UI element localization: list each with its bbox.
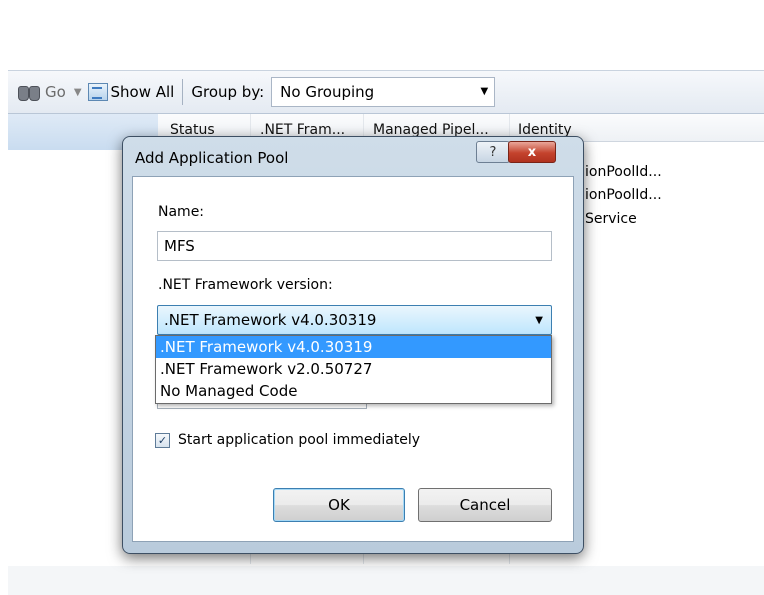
identity-cell: ionPoolId... (585, 164, 662, 180)
toolbar-separator (182, 79, 184, 105)
go-dropdown-arrow-icon[interactable]: ▼ (74, 87, 82, 98)
dialog-title: Add Application Pool (135, 149, 289, 167)
binoculars-icon[interactable] (18, 83, 40, 101)
close-button[interactable]: x (508, 141, 556, 163)
framework-option[interactable]: .NET Framework v2.0.50727 (156, 358, 551, 380)
status-strip (8, 566, 764, 595)
group-by-label: Group by: (191, 83, 265, 101)
cancel-button[interactable]: Cancel (418, 488, 552, 522)
help-icon: ? (489, 144, 497, 160)
group-by-select[interactable]: No Grouping ▼ (271, 77, 496, 107)
name-label: Name: (158, 204, 205, 220)
go-button[interactable]: Go (45, 83, 66, 101)
start-immediately-label: Start application pool immediately (178, 432, 421, 448)
framework-dropdown-list: .NET Framework v4.0.30319 .NET Framework… (155, 335, 552, 404)
group-by-value: No Grouping (280, 83, 375, 101)
toolbar: Go ▼ Show All Group by: No Grouping ▼ (8, 70, 764, 114)
start-immediately-checkbox[interactable]: ✓ (155, 432, 170, 448)
name-input[interactable]: MFS (157, 231, 552, 261)
chevron-down-icon: ▼ (480, 86, 489, 97)
identity-cell: Service (585, 211, 637, 227)
close-icon: x (527, 144, 537, 160)
name-input-value: MFS (164, 237, 195, 255)
show-all-icon[interactable] (87, 83, 108, 101)
identity-cell: ionPoolId... (585, 187, 662, 203)
ok-button[interactable]: OK (273, 488, 405, 522)
chevron-down-icon: ▼ (535, 315, 543, 326)
framework-selected-value: .NET Framework v4.0.30319 (164, 311, 377, 329)
show-all-button[interactable]: Show All (111, 83, 175, 101)
framework-version-label: .NET Framework version: (158, 277, 333, 293)
help-button[interactable]: ? (476, 141, 510, 163)
framework-option[interactable]: .NET Framework v4.0.30319 (156, 336, 551, 358)
start-immediately-row[interactable]: ✓ Start application pool immediately (155, 432, 420, 448)
framework-version-select[interactable]: .NET Framework v4.0.30319 ▼ (157, 305, 552, 335)
framework-option[interactable]: No Managed Code (156, 380, 551, 402)
